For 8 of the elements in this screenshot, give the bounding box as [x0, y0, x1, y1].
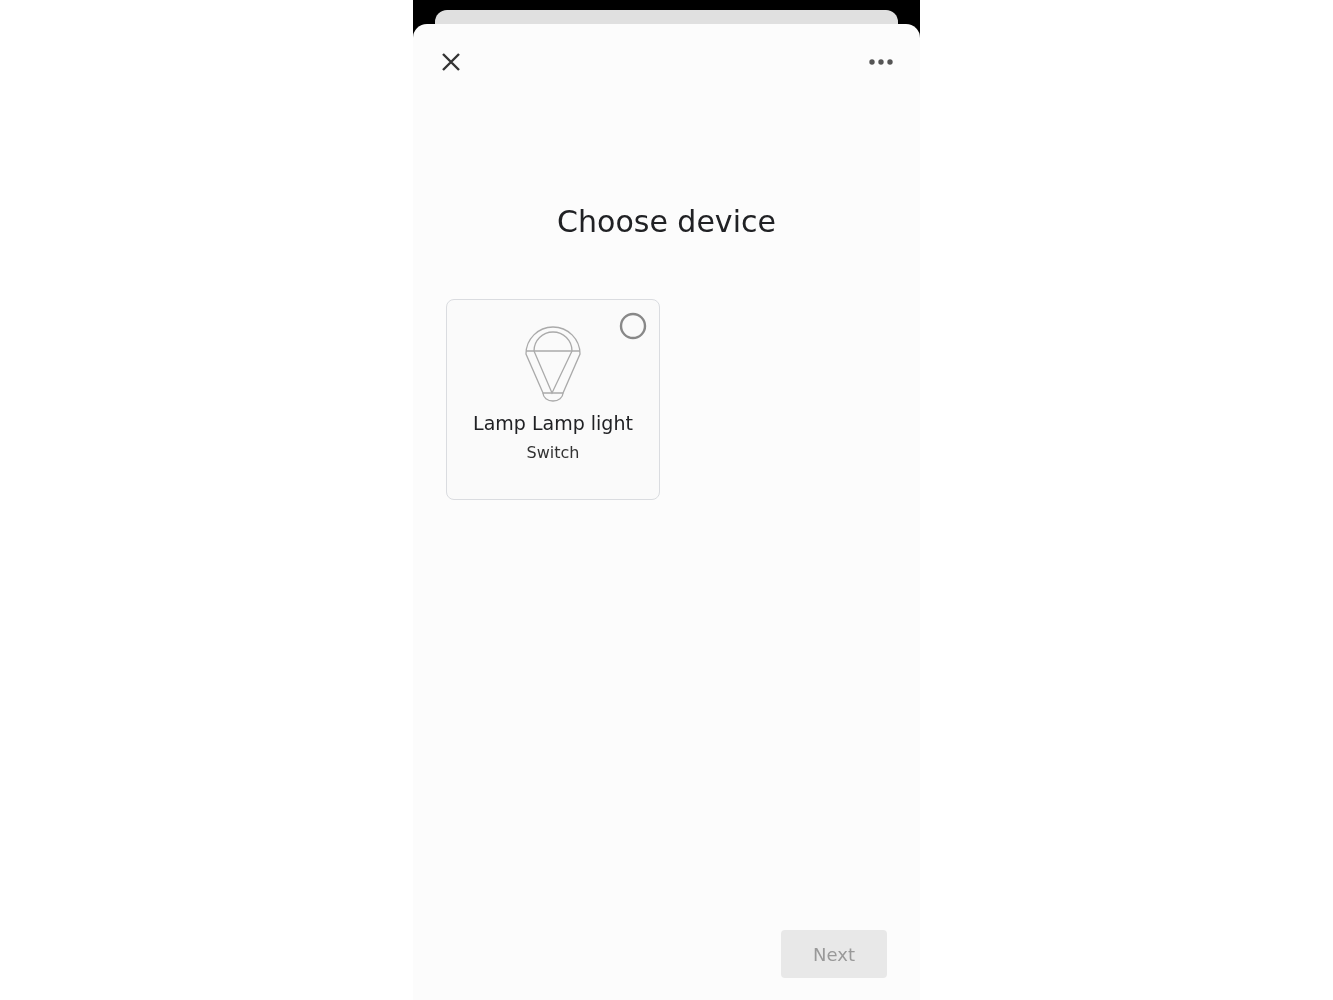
more-icon[interactable]	[869, 59, 893, 65]
close-icon[interactable]	[441, 52, 461, 72]
radio-button[interactable]	[619, 312, 647, 340]
page-title: Choose device	[556, 204, 777, 239]
light-bulb-icon	[524, 324, 582, 404]
device-name: Lamp Lamp light	[473, 412, 633, 434]
device-card[interactable]: Lamp Lamp light Switch	[446, 299, 660, 500]
device-type: Switch	[526, 443, 580, 462]
